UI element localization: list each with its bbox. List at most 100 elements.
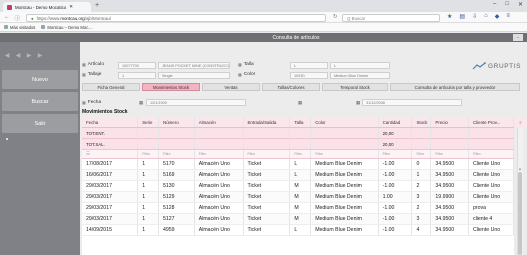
scroll-up-icon[interactable]: ▲ xyxy=(518,166,522,171)
cell-numero: 5170 xyxy=(159,159,195,169)
filter-input-entrada-salida[interactable]: Filtro xyxy=(244,150,291,158)
grid-icon: ▦ xyxy=(238,72,242,77)
cell-fecha: 29/03/2017 xyxy=(82,181,139,191)
table-row[interactable]: 29/03/2017 1 5130 Almacén Uno Ticket M Medium … xyxy=(82,181,514,192)
cell-stock: 2 xyxy=(412,181,432,191)
scrollbar-thumb[interactable] xyxy=(518,172,522,255)
calendar-icon[interactable]: ▦ xyxy=(139,100,143,106)
table-row[interactable]: 16/06/2017 1 5169 Almacén Uno Ticket L Medium … xyxy=(82,170,514,181)
table-row[interactable]: 17/08/2017 1 5170 Almacén Uno Ticket L Medium … xyxy=(82,159,514,170)
cell-color: Medium Blue Denim xyxy=(311,225,379,235)
color-desc-field[interactable]: Medium Blue Denim xyxy=(330,72,390,79)
filter-input-almacen[interactable]: Filtro xyxy=(195,150,244,158)
talla-field[interactable]: L xyxy=(290,62,328,69)
column-header-numero[interactable]: Número xyxy=(159,117,195,127)
cell-almacen: Almacén Uno xyxy=(195,225,244,235)
last-record-icon[interactable]: ▶ xyxy=(35,52,45,59)
cell-cliente: Cliente Uno xyxy=(469,225,514,235)
next-record-icon[interactable]: ▶ xyxy=(24,52,34,59)
shield-icon[interactable]: ◆ xyxy=(495,13,500,20)
totals-cell xyxy=(290,139,312,149)
calendar-icon[interactable]: ▦ xyxy=(356,100,360,106)
tab-consulta-talla-proveedor[interactable]: Consulta de artículos por talla y provee… xyxy=(390,83,520,91)
bookmark-montcau[interactable]: Montcau – Demo Moc... xyxy=(41,25,92,30)
exit-button[interactable]: Salir xyxy=(2,114,78,133)
url-bar[interactable]: ● https://www. montcau.org/ajb/Montcau/ xyxy=(26,14,326,22)
column-header-fecha[interactable]: Fecha xyxy=(82,117,139,127)
column-header-entrada-salida[interactable]: Entrada/Salida xyxy=(244,117,291,127)
url-prefix: https://www. xyxy=(36,15,61,21)
window-controls: – □ ✕ xyxy=(493,1,523,8)
column-header-precio[interactable]: Precio xyxy=(431,117,469,127)
info-icon[interactable]: ⓘ xyxy=(15,14,21,22)
fecha-to-field[interactable]: 31/12/2006 xyxy=(362,99,462,106)
menu-icon[interactable]: ≡ xyxy=(506,13,510,20)
browser-tab[interactable]: Montcau - Demo Mocatico ✕ xyxy=(3,2,91,12)
column-header-cliente[interactable]: Cliente Prov... xyxy=(469,117,514,127)
grid-settings-icon[interactable]: ≡ xyxy=(514,117,527,128)
close-tab-icon[interactable]: ✕ xyxy=(69,4,73,10)
filter-input-numero[interactable]: Filtro xyxy=(159,150,195,158)
filter-input-talla[interactable]: Filtro xyxy=(290,150,312,158)
talla-desc-field[interactable]: L xyxy=(330,62,390,69)
color-code-field[interactable]: 10930 xyxy=(290,72,328,79)
tab-ventas[interactable]: Ventas xyxy=(202,83,260,91)
tab-tallas-colores[interactable]: Tallas/Colores xyxy=(262,83,320,91)
search-input[interactable]: Q Buscar xyxy=(342,14,440,22)
close-window-icon[interactable]: ✕ xyxy=(518,1,523,8)
first-record-icon[interactable]: ◀ xyxy=(2,52,12,59)
totals-cell xyxy=(138,139,160,149)
cell-color: Medium Blue Denim xyxy=(311,181,379,191)
home-icon[interactable]: ⌂ xyxy=(484,13,488,20)
clipboard-icon[interactable]: ▤ xyxy=(459,13,465,20)
search-button[interactable]: Buscar xyxy=(2,92,78,111)
tabs-row: Ficha General Movimientos Stock Ventas T… xyxy=(82,83,524,91)
column-header-talla[interactable]: Talla xyxy=(290,117,312,127)
prev-record-icon[interactable]: ◀ xyxy=(13,52,23,59)
column-header-color[interactable]: Color xyxy=(311,117,379,127)
filter-input-serie[interactable]: Filtro xyxy=(138,150,160,158)
cell-precio: 34.9500 xyxy=(431,159,469,169)
column-header-stock[interactable]: Stock xyxy=(412,117,432,127)
filter-input-precio[interactable]: Filtro xyxy=(431,150,469,158)
logo-text: GRUPTIS xyxy=(488,62,522,70)
column-header-almacen[interactable]: Almacén xyxy=(195,117,244,127)
tallaje-code-field[interactable]: 1 xyxy=(118,72,156,79)
articulo-desc-field[interactable]: JEANS POCKET MINE (CONSTRUCCIÓN) xyxy=(158,62,230,69)
calendar-icon[interactable]: ▦ xyxy=(298,100,302,106)
logo-mark-icon xyxy=(472,62,486,70)
column-header-cantidad[interactable]: Cantidad xyxy=(379,117,413,127)
new-button[interactable]: Nuevo xyxy=(2,70,78,89)
back-icon[interactable]: ← xyxy=(4,14,10,22)
fecha-from-field[interactable]: 1/01/1900 xyxy=(146,99,246,106)
minimize-panel-button[interactable]: - xyxy=(513,34,523,41)
filter-input-color[interactable]: Filtro xyxy=(311,150,379,158)
download-icon[interactable]: ⇩ xyxy=(472,13,477,20)
tab-ficha-general[interactable]: Ficha General xyxy=(82,83,140,91)
totals-cell xyxy=(195,139,244,149)
table-row[interactable]: 29/03/2017 1 5127 Almacén Uno Ticket M Medium … xyxy=(82,214,514,225)
star-icon[interactable]: ★ xyxy=(447,13,452,20)
filter-input-cliente[interactable]: Filtro xyxy=(469,150,514,158)
tallaje-desc-field[interactable]: Single xyxy=(158,72,230,79)
tab-temporal-stock[interactable]: Temporal Stock xyxy=(322,83,388,91)
filter-menu-icon[interactable]: ☰ xyxy=(82,150,139,158)
new-tab-icon[interactable]: + xyxy=(95,2,99,9)
table-row[interactable]: 14/09/2015 1 4959 Almacén Uno Ticket L Medium … xyxy=(82,225,514,236)
column-header-serie[interactable]: Serie xyxy=(138,117,160,127)
cell-color: Medium Blue Denim xyxy=(311,203,379,213)
cell-almacen: Almacén Uno xyxy=(195,203,244,213)
bookmark-most-visited[interactable]: Más visitados xyxy=(4,25,35,30)
tab-movimientos-stock[interactable]: Movimientos Stock xyxy=(142,83,200,91)
nav-buttons: ← ⓘ xyxy=(4,14,20,22)
reload-icon[interactable]: ↻ xyxy=(333,14,338,20)
filter-input-stock[interactable]: Filtro xyxy=(412,150,432,158)
table-row[interactable]: 29/03/2017 1 5129 Almacén Uno Ticket M Medium … xyxy=(82,192,514,203)
minimize-icon[interactable]: – xyxy=(493,1,496,8)
table-row[interactable]: 29/03/2017 1 5128 Almacén Uno Ticket M Medium … xyxy=(82,203,514,214)
articulo-code-field[interactable]: 10077700 xyxy=(118,62,156,69)
totals-cell xyxy=(311,139,379,149)
maximize-icon[interactable]: □ xyxy=(505,1,509,8)
filter-input-cantidad[interactable]: Filtro xyxy=(379,150,413,158)
cell-cantidad: 1.00 xyxy=(379,192,413,202)
